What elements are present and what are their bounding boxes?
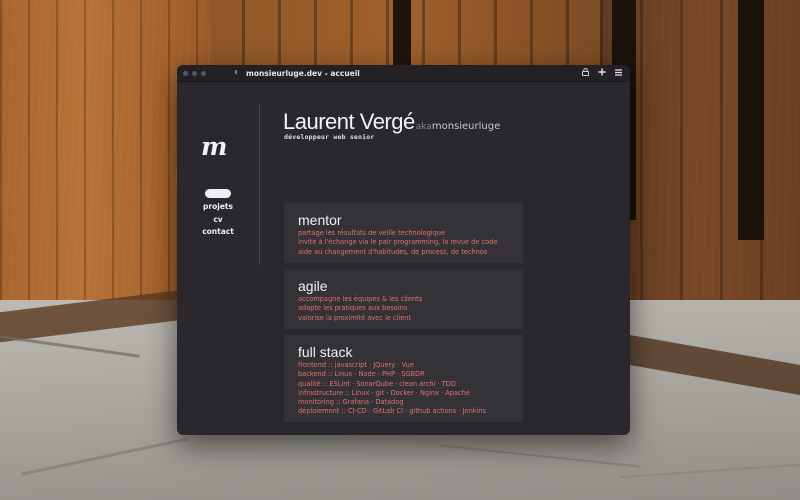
back-chevron-icon[interactable]: ‹: [234, 68, 238, 78]
nav-active-indicator: [205, 189, 231, 198]
nav-link-contact[interactable]: contact: [197, 226, 239, 239]
browser-window: ‹ monsieurluge.dev - accueil m projets c…: [177, 65, 630, 435]
card-line: valorise la proximité avec le client: [298, 313, 412, 322]
main-nav: projets cv contact: [197, 201, 239, 239]
card-title: mentor: [298, 212, 342, 228]
window-controls: [183, 70, 206, 76]
title-bar: ‹ monsieurluge.dev - accueil: [177, 65, 630, 82]
nav-link-projets[interactable]: projets: [197, 201, 239, 214]
card-line: backend :: Linux · Node · PHP · SGBDR: [298, 370, 425, 379]
wall-gap: [738, 0, 764, 240]
lock-icon[interactable]: [582, 68, 589, 78]
minimize-dot[interactable]: [192, 70, 197, 76]
page-url: monsieurluge.dev - accueil: [246, 68, 360, 78]
card-title: agile: [298, 278, 328, 294]
card-line: infrastructure :: Linux · git · Docker ·…: [298, 388, 470, 397]
job-title: développeur web senior: [284, 133, 375, 141]
card-mentor: mentor partage les résultats de veille t…: [284, 203, 523, 263]
card-full-stack: full stack frontend :: javascript · JQue…: [284, 335, 523, 422]
menu-icon[interactable]: [615, 68, 622, 78]
maximize-dot[interactable]: [201, 70, 206, 76]
nav-link-cv[interactable]: cv: [197, 214, 239, 227]
aka-label: aka: [415, 122, 432, 132]
card-line: accompagne les équipes & les clients: [298, 295, 423, 303]
card-line: qualité :: ESLint · SonarQube · clean ar…: [298, 379, 456, 388]
card-line: adapte les pratiques aux besoins: [298, 304, 408, 313]
wall-gap: [393, 0, 411, 70]
vertical-divider: [259, 105, 260, 265]
close-dot[interactable]: [183, 70, 188, 76]
card-line: déploiement :: CI-CD · GitLab CI · githu…: [298, 407, 487, 416]
card-line: aide au changement d'habitudes, de proce…: [298, 247, 488, 256]
header-name-row: Laurent Vergéakamonsieurluge: [283, 109, 500, 135]
card-line: partage les résultats de veille technolo…: [298, 229, 446, 237]
site-logo[interactable]: m: [201, 132, 227, 161]
toolbar-icons: [582, 68, 622, 78]
card-title: full stack: [298, 344, 353, 360]
card-line: frontend :: javascript · JQuery · Vue: [298, 361, 414, 369]
card-line: invite à l'échange via le pair programmi…: [298, 238, 498, 247]
card-agile: agile accompagne les équipes & les clien…: [284, 269, 523, 329]
plus-icon[interactable]: [598, 68, 606, 78]
author-name: Laurent Vergé: [283, 109, 415, 134]
card-line: monitoring :: Grafana · Datadog: [298, 398, 404, 407]
author-handle: monsieurluge: [431, 121, 501, 132]
